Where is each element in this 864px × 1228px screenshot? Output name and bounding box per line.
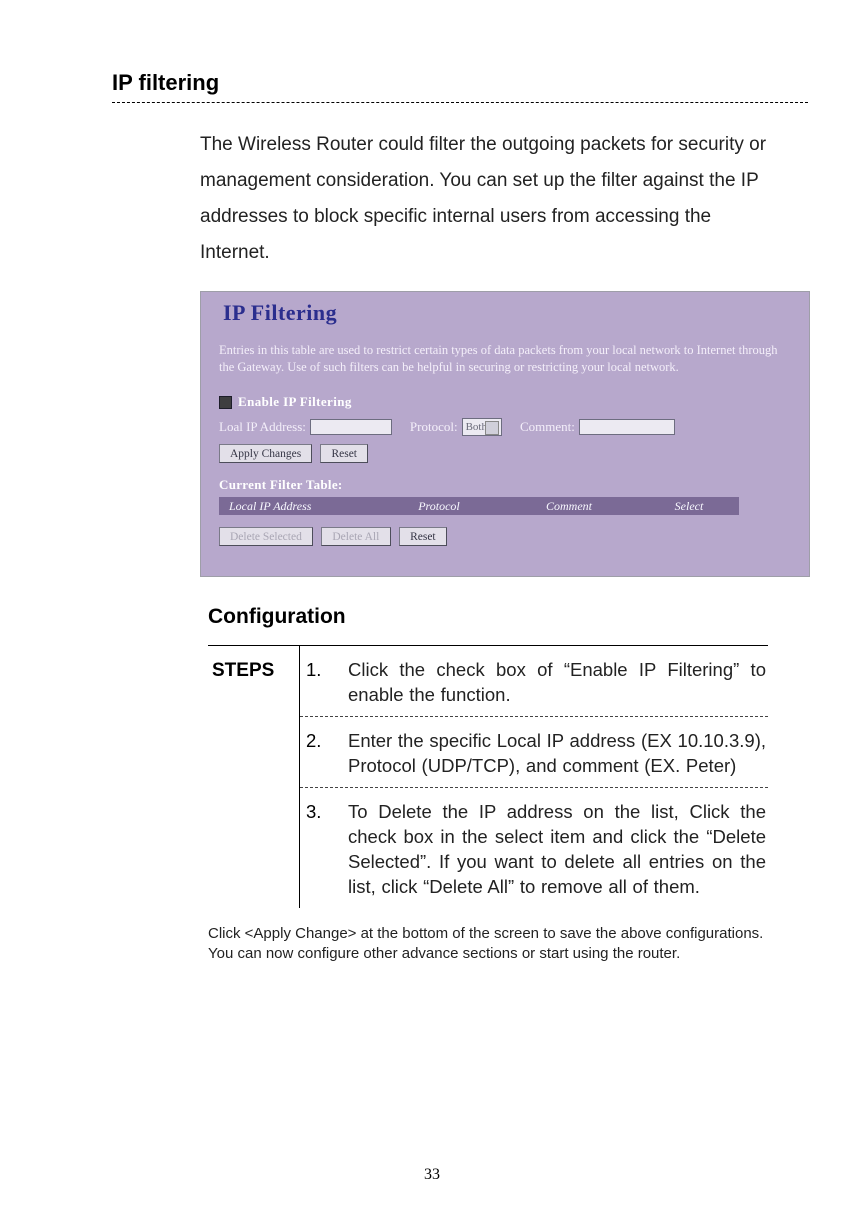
steps-table: STEPS 1. Click the check box of “Enable … — [208, 645, 768, 908]
comment-label: Comment: — [520, 419, 575, 435]
ip-address-label: Loal IP Address: — [219, 419, 306, 435]
protocol-select[interactable]: Both — [462, 418, 502, 436]
delete-all-button[interactable]: Delete All — [321, 527, 391, 546]
step-number: 3. — [306, 800, 330, 900]
protocol-label: Protocol: — [410, 419, 458, 435]
screenshot-heading: IP Filtering — [223, 300, 795, 326]
reset-button[interactable]: Reset — [320, 444, 368, 463]
configuration-heading: Configuration — [208, 605, 768, 631]
page-number: 33 — [0, 1166, 864, 1184]
ip-address-input[interactable] — [310, 419, 392, 435]
delete-selected-button[interactable]: Delete Selected — [219, 527, 313, 546]
footnote: Click <Apply Change> at the bottom of th… — [208, 924, 768, 965]
router-screenshot: IP Filtering Entries in this table are u… — [200, 291, 810, 577]
enable-label: Enable IP Filtering — [238, 394, 352, 410]
intro-paragraph: The Wireless Router could filter the out… — [200, 127, 784, 271]
step-row: 1. Click the check box of “Enable IP Fil… — [300, 646, 768, 717]
filter-table-header: Local IP Address Protocol Comment Select — [219, 497, 739, 515]
step-text: Click the check box of “Enable IP Filter… — [348, 658, 766, 708]
step-number: 2. — [306, 729, 330, 779]
steps-list: 1. Click the check box of “Enable IP Fil… — [300, 646, 768, 908]
filter-table-title: Current Filter Table: — [219, 477, 795, 493]
apply-changes-button[interactable]: Apply Changes — [219, 444, 312, 463]
enable-checkbox[interactable] — [219, 396, 232, 409]
step-number: 1. — [306, 658, 330, 708]
th-ip: Local IP Address — [219, 499, 379, 514]
section-title: IP filtering — [112, 70, 808, 103]
th-comment: Comment — [499, 499, 639, 514]
screenshot-description: Entries in this table are used to restri… — [219, 342, 795, 376]
step-text: Enter the specific Local IP address (EX … — [348, 729, 766, 779]
th-protocol: Protocol — [379, 499, 499, 514]
th-select: Select — [639, 499, 739, 514]
step-text: To Delete the IP address on the list, Cl… — [348, 800, 766, 900]
step-row: 3. To Delete the IP address on the list,… — [300, 788, 768, 908]
step-row: 2. Enter the specific Local IP address (… — [300, 717, 768, 788]
reset-button-2[interactable]: Reset — [399, 527, 447, 546]
comment-input[interactable] — [579, 419, 675, 435]
steps-column-label: STEPS — [208, 646, 300, 908]
